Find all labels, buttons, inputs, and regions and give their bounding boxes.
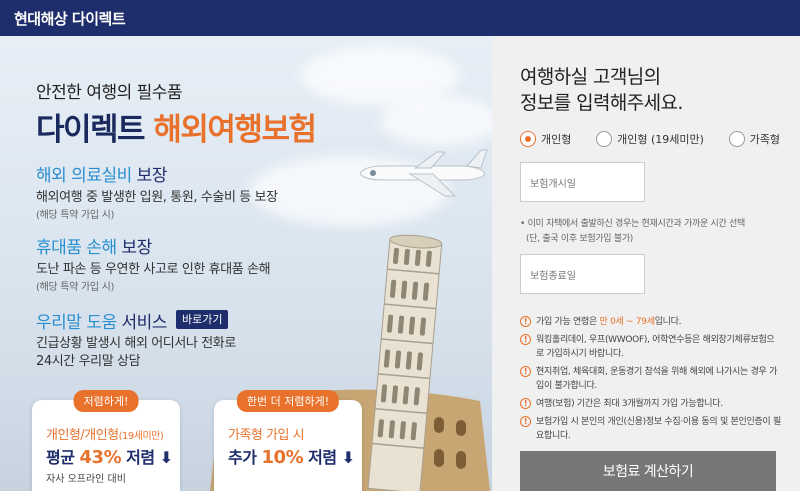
feature-medical-desc: 해외여행 중 발생한 입원, 통원, 수술비 등 보장 <box>36 190 278 205</box>
alert-icon: ! <box>520 398 531 409</box>
end-date-field[interactable]: 보험종료일 <box>520 254 645 294</box>
cloud-decoration <box>380 96 492 146</box>
radio-dot[interactable] <box>728 131 745 147</box>
hero-banner: 안전한 여행의 필수품 다이렉트 해외여행보험 해외 의료실비 보장 해외여행 … <box>0 36 492 491</box>
feature-medical-title: 해외 의료실비 보장 <box>36 166 167 186</box>
discount-card-individual: 저렴하게! 개인형/개인형(19세미만) 평균 43% 저렴 ⬇ 자사 오프라인… <box>32 390 180 491</box>
discount-card-family: 한번 더 저렴하게! 가족형 가입 시 추가 10% 저렴 ⬇ <box>214 390 362 491</box>
plan-type-radio-group: 개인형 개인형 (19세미만) 가족형 <box>520 131 780 147</box>
feature-medical-note: (해당 특약 가입 시) <box>36 210 115 221</box>
card-plan-label: 개인형/개인형(19세미만) <box>46 428 164 443</box>
start-date-field[interactable]: 보험개시일 <box>520 162 645 202</box>
info-item: ! 여행(보험) 기간은 최대 3개월까지 가입 가능합니다. <box>520 397 782 411</box>
departure-note: • 이미 자택에서 출발하신 경우는 현재시간과 가까운 시간 선택 (단, 출… <box>520 219 745 244</box>
card-discount-text: 평균 43% 저렴 ⬇ <box>46 447 173 468</box>
card-plan-label: 가족형 가입 시 <box>228 428 305 443</box>
feature-korean-service-desc-2: 24시간 우리말 상담 <box>36 354 141 369</box>
feature-belongings-title: 휴대품 손해 보장 <box>36 238 152 258</box>
alert-icon: ! <box>520 366 531 377</box>
feature-korean-service-title: 우리말 도움 서비스 <box>36 313 167 333</box>
radio-dot[interactable] <box>596 131 613 147</box>
calculate-premium-button[interactable]: 보험료 계산하기 <box>520 451 776 491</box>
radio-family[interactable]: 가족형 <box>728 131 780 147</box>
radio-individual[interactable]: 개인형 <box>520 131 571 147</box>
airplane-icon <box>359 149 488 197</box>
info-item: ! 워킹홀리데이, 우프(WWOOF), 어학연수등은 해외장기체류보험으로 가… <box>520 333 782 361</box>
card-discount-text: 추가 10% 저렴 ⬇ <box>228 447 355 468</box>
feature-korean-service-desc: 긴급상황 발생시 해외 어디서나 전화로 <box>36 336 236 351</box>
discount-badge: 한번 더 저렴하게! <box>236 390 340 412</box>
radio-individual-minor[interactable]: 개인형 (19세미만) <box>596 131 704 147</box>
feature-belongings-note: (해당 특약 가입 시) <box>36 282 115 293</box>
discount-badge: 저렴하게! <box>73 390 139 412</box>
info-item: ! 보험가입 시 본인의 개인(신용)정보 수집·이용 동의 및 본인인증이 필… <box>520 415 782 443</box>
brand-logo[interactable]: 현대해상 다이렉트 <box>14 8 126 29</box>
alert-icon: ! <box>520 334 531 345</box>
hero-title: 다이렉트 해외여행보험 <box>36 112 317 148</box>
info-list: ! 가입 가능 연령은 만 0세 ~ 79세입니다. ! 워킹홀리데이, 우프(… <box>520 315 782 447</box>
hero-subtitle: 안전한 여행의 필수품 <box>36 83 183 103</box>
info-item: ! 가입 가능 연령은 만 0세 ~ 79세입니다. <box>520 315 782 329</box>
top-header: 현대해상 다이렉트 <box>0 0 800 36</box>
feature-belongings-desc: 도난 파손 등 우연한 사고로 인한 휴대품 손해 <box>36 262 271 277</box>
alert-icon: ! <box>520 316 531 327</box>
input-panel: 여행하실 고객님의 정보를 입력해주세요. 개인형 개인형 (19세미만) 가족… <box>492 36 800 491</box>
card-footnote: 자사 오프라인 대비 <box>46 474 126 485</box>
shortcut-button[interactable]: 바로가기 <box>176 310 229 329</box>
radio-dot[interactable] <box>520 131 536 147</box>
info-item: ! 현지취업, 체육대회, 운동경기 참석을 위해 해외에 나가시는 경우 가입… <box>520 365 782 393</box>
alert-icon: ! <box>520 416 531 427</box>
panel-title: 여행하실 고객님의 정보를 입력해주세요. <box>520 66 683 114</box>
